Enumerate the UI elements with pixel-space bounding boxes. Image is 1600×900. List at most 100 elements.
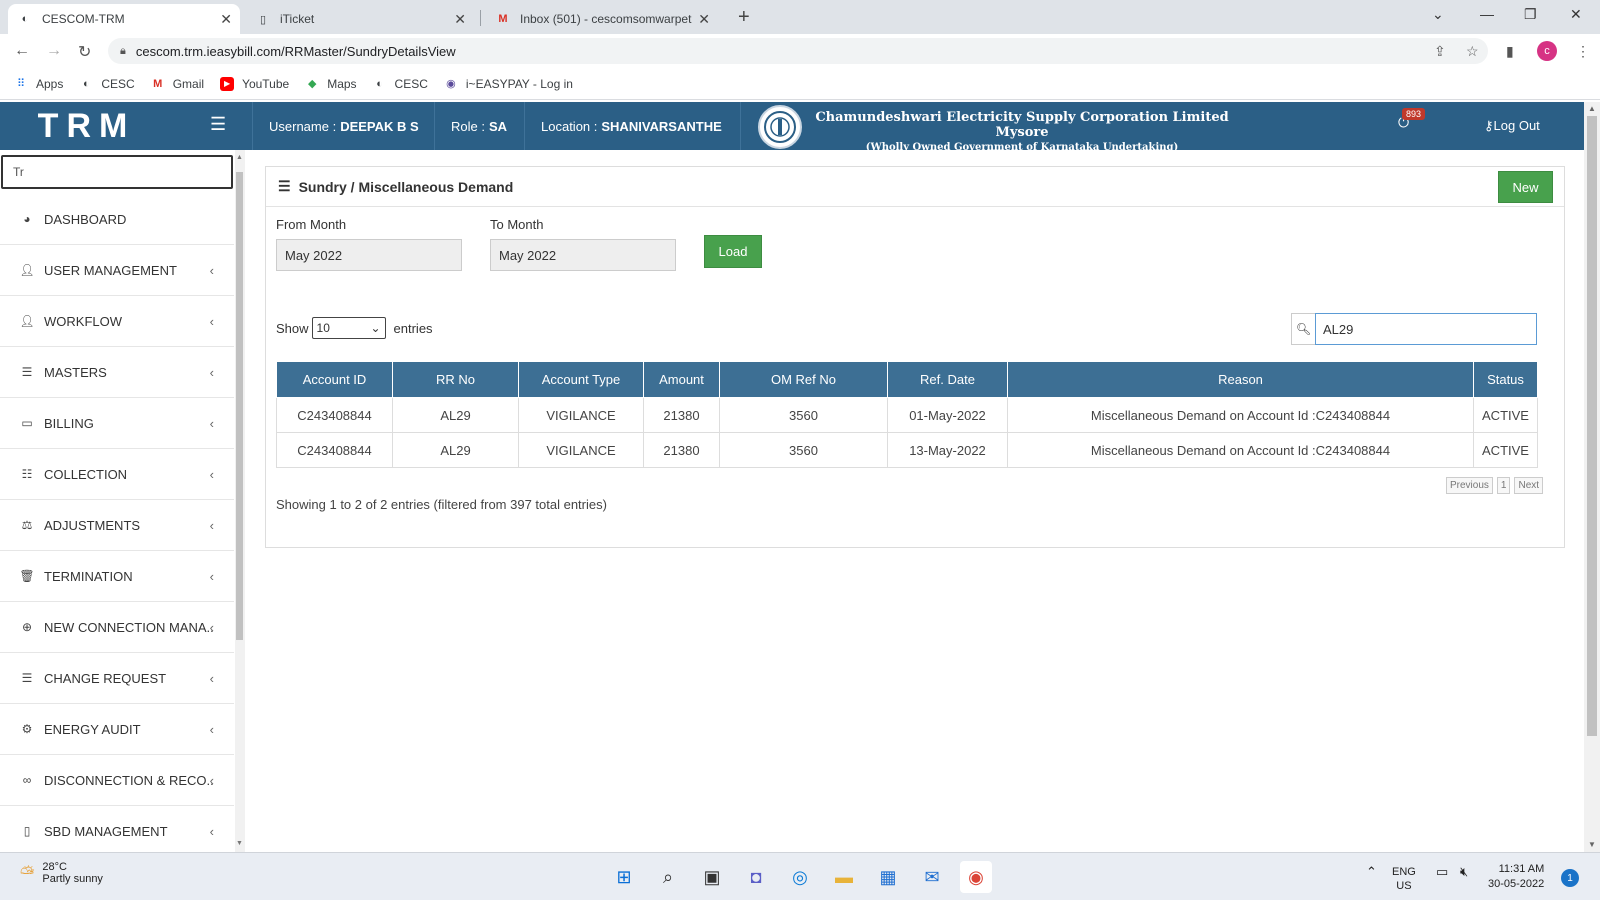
search-icon[interactable]: ⌕ xyxy=(652,861,684,893)
bookmark-youtube[interactable]: ▶ YouTube xyxy=(220,76,289,91)
tab-gmail-inbox[interactable]: M Inbox (501) - cescomsomwarpet ✕ xyxy=(486,4,718,34)
sidebar-item-user-management[interactable]: 👤︎ USER MANAGEMENT ‹ xyxy=(0,245,234,296)
task-view-icon[interactable]: ▣ xyxy=(696,861,728,893)
key-icon: ⚷ xyxy=(1484,118,1494,133)
bookmark-label: Apps xyxy=(36,76,64,91)
table-search-input[interactable]: AL29 xyxy=(1315,313,1537,345)
share-icon[interactable]: ⇪ xyxy=(1434,43,1446,60)
close-tab-icon[interactable]: ✕ xyxy=(220,11,232,28)
language-indicator[interactable]: ENG US xyxy=(1392,865,1416,893)
bookmark-cesc-2[interactable]: ◐ CESC xyxy=(373,77,428,91)
sidebar-item-disconnection[interactable]: ∞ DISCONNECTION & RECO.. ‹ xyxy=(0,755,234,806)
sidebar-item-termination[interactable]: 🗑︎ TERMINATION ‹ xyxy=(0,551,234,602)
from-month-input[interactable]: May 2022 xyxy=(276,239,462,271)
sidebar-item-adjustments[interactable]: ⚖︎ ADJUSTMENTS ‹ xyxy=(0,500,234,551)
forward-icon[interactable]: → xyxy=(46,42,62,60)
file-explorer-icon[interactable]: ▬ xyxy=(828,861,860,893)
back-icon[interactable]: ← xyxy=(14,42,30,60)
hamburger-menu-icon[interactable]: ☰ xyxy=(210,114,226,135)
table-row[interactable]: C243408844 AL29 VIGILANCE 21380 3560 01-… xyxy=(276,397,1538,433)
pagination-page-1[interactable]: 1 xyxy=(1496,477,1511,494)
volume-muted-icon[interactable]: 🔇︎ xyxy=(1460,865,1468,879)
chrome-icon[interactable]: ◉ xyxy=(960,861,992,893)
column-header-account-id[interactable]: Account ID xyxy=(276,361,393,398)
scroll-up-icon[interactable]: ▲ xyxy=(236,154,243,161)
sidebar-item-energy-audit[interactable]: ⚙︎ ENERGY AUDIT ‹ xyxy=(0,704,234,755)
sidebar-item-sbd-management[interactable]: ▯ SBD MANAGEMENT ‹ xyxy=(0,806,234,852)
column-header-status[interactable]: Status xyxy=(1473,361,1538,398)
sidebar-item-label: DASHBOARD xyxy=(44,211,127,227)
bookmark-star-icon[interactable]: ☆ xyxy=(1466,43,1479,60)
cell-reason: Miscellaneous Demand on Account Id :C243… xyxy=(1007,397,1474,433)
brand-logo[interactable]: TRM xyxy=(0,102,173,150)
sidebar-item-workflow[interactable]: 👤︎ WORKFLOW ‹ xyxy=(0,296,234,347)
plus-circle-icon: ⊕ xyxy=(21,620,33,634)
clock-date: 30-05-2022 xyxy=(1488,878,1545,890)
sidebar-scrollbar[interactable]: ▲ ▼ xyxy=(235,150,245,852)
show-hidden-icons-icon[interactable]: ⌃ xyxy=(1366,865,1377,879)
tab-search-icon[interactable]: ⌄ xyxy=(1432,6,1444,23)
close-tab-icon[interactable]: ✕ xyxy=(454,11,466,28)
weather-widget[interactable]: ⛅︎ 28°C Partly sunny xyxy=(20,861,103,885)
profile-avatar[interactable]: c xyxy=(1537,41,1557,61)
page-scroll-thumb[interactable] xyxy=(1587,116,1597,736)
load-button[interactable]: Load xyxy=(704,235,762,268)
column-header-amount[interactable]: Amount xyxy=(643,361,720,398)
sidebar-item-collection[interactable]: ☷ COLLECTION ‹ xyxy=(0,449,234,500)
bookmark-cesc[interactable]: ◐ CESC xyxy=(79,77,135,91)
reload-icon[interactable]: ↻ xyxy=(78,42,91,62)
sidebar-item-masters[interactable]: ☰ MASTERS ‹ xyxy=(0,347,234,398)
sidebar-item-dashboard[interactable]: ◕ DASHBOARD xyxy=(0,194,234,245)
to-month-input[interactable]: May 2022 xyxy=(490,239,676,271)
teams-chat-icon[interactable]: ◘ xyxy=(740,861,772,893)
close-window-button[interactable]: ✕ xyxy=(1570,6,1582,23)
chevron-left-icon: ‹ xyxy=(209,466,214,482)
scroll-up-icon[interactable]: ▲ xyxy=(1588,104,1596,113)
column-header-reason[interactable]: Reason xyxy=(1007,361,1474,398)
menu-lines-icon: ☰ xyxy=(278,178,291,194)
notification-badge: 893 xyxy=(1402,108,1426,120)
scroll-down-icon[interactable]: ▼ xyxy=(1588,840,1596,849)
column-header-ref-date[interactable]: Ref. Date xyxy=(887,361,1008,398)
scroll-down-icon[interactable]: ▼ xyxy=(236,840,243,847)
sidebar-item-change-request[interactable]: ☰ CHANGE REQUEST ‹ xyxy=(0,653,234,704)
to-month-label: To Month xyxy=(490,217,544,232)
sundry-demand-table: Account ID RR No Account Type Amount OM … xyxy=(276,361,1538,468)
sidebar-search-input[interactable]: Tr xyxy=(1,155,233,189)
sidebar-scroll-thumb[interactable] xyxy=(236,172,243,640)
bookmark-gmail[interactable]: M Gmail xyxy=(151,77,204,91)
sidebar-item-billing[interactable]: ▭ BILLING ‹ xyxy=(0,398,234,449)
close-tab-icon[interactable]: ✕ xyxy=(698,11,710,28)
entries-label: entries xyxy=(393,320,433,336)
page-scrollbar[interactable]: ▲ ▼ xyxy=(1584,102,1600,852)
menu-dots-icon[interactable]: ⋮ xyxy=(1576,43,1590,60)
restore-button[interactable]: ❐ xyxy=(1524,6,1537,23)
logout-link[interactable]: ⚷Log Out xyxy=(1484,118,1540,134)
sidebar-item-new-connection[interactable]: ⊕ NEW CONNECTION MANA.. ‹ xyxy=(0,602,234,653)
bookmark-maps[interactable]: ◆ Maps xyxy=(305,77,357,91)
bookmark-easypay[interactable]: ◉ i~EASYPAY - Log in xyxy=(444,77,573,91)
sidebar-item-label: CHANGE REQUEST xyxy=(44,670,167,686)
bookmark-apps[interactable]: ⠿ Apps xyxy=(14,77,63,91)
tab-iticket[interactable]: ▯ iTicket ✕ xyxy=(246,4,474,34)
store-icon[interactable]: ▦ xyxy=(872,861,904,893)
windows-start-icon[interactable]: ⊞ xyxy=(608,861,640,893)
new-button[interactable]: New xyxy=(1498,171,1553,203)
taskbar-clock[interactable]: 11:31 AM 30-05-2022 xyxy=(1488,862,1544,892)
column-header-account-type[interactable]: Account Type xyxy=(518,361,644,398)
url-field[interactable]: 🔒︎ cescom.trm.ieasybill.com/RRMaster/Sun… xyxy=(108,38,1488,64)
column-header-om-ref-no[interactable]: OM Ref No xyxy=(719,361,888,398)
pagination-previous[interactable]: Previous xyxy=(1446,477,1493,494)
mail-icon[interactable]: ✉ xyxy=(916,861,948,893)
tab-cescom-trm[interactable]: ◐ CESCOM-TRM ✕ xyxy=(8,4,240,34)
side-panel-icon[interactable]: ▮ xyxy=(1506,43,1514,60)
network-icon[interactable]: ▭ xyxy=(1436,865,1448,879)
pagination-next[interactable]: Next xyxy=(1514,477,1544,494)
table-row[interactable]: C243408844 AL29 VIGILANCE 21380 3560 13-… xyxy=(276,432,1538,468)
notification-center-badge[interactable]: 1 xyxy=(1561,869,1579,887)
column-header-rr-no[interactable]: RR No xyxy=(392,361,519,398)
new-tab-button[interactable]: + xyxy=(738,6,750,29)
page-size-select[interactable]: 10 ⌄ xyxy=(311,317,386,339)
edge-icon[interactable]: ◎ xyxy=(784,861,816,893)
minimize-button[interactable]: — xyxy=(1480,6,1494,22)
